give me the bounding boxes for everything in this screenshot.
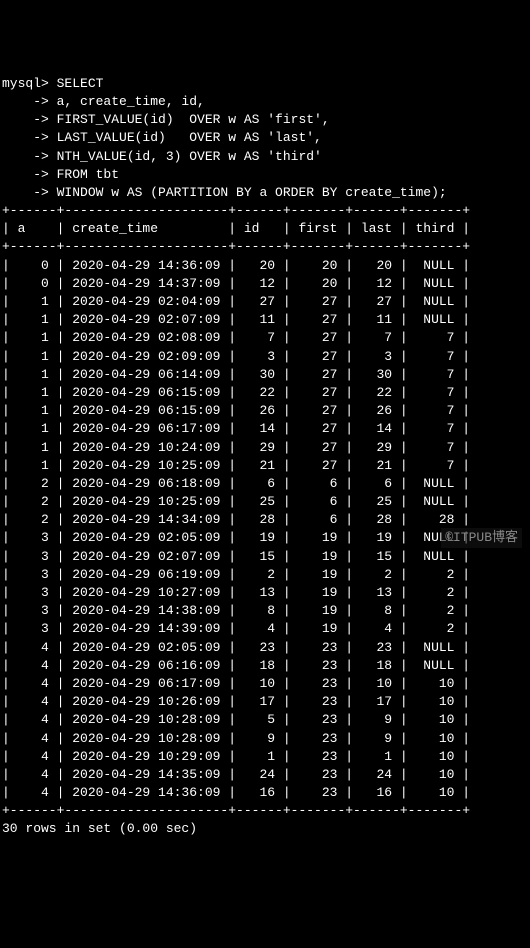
query-line-4: -> NTH_VALUE(id, 3) OVER w AS 'third' bbox=[2, 149, 322, 164]
watermark: ©ITPUB博客 bbox=[441, 528, 522, 548]
table-sep-top: +------+---------------------+------+---… bbox=[2, 203, 470, 218]
table-header: | a | create_time | id | first | last | … bbox=[2, 221, 470, 236]
result-footer: 30 rows in set (0.00 sec) bbox=[2, 821, 197, 836]
query-line-1: -> a, create_time, id, bbox=[2, 94, 205, 109]
query-line-5: -> FROM tbt bbox=[2, 167, 119, 182]
query-line-6: -> WINDOW w AS (PARTITION BY a ORDER BY … bbox=[2, 185, 447, 200]
table-sep-mid: +------+---------------------+------+---… bbox=[2, 239, 470, 254]
query-line-2: -> FIRST_VALUE(id) OVER w AS 'first', bbox=[2, 112, 330, 127]
mysql-terminal[interactable]: mysql> SELECT -> a, create_time, id, -> … bbox=[2, 75, 528, 839]
table-sep-bot: +------+---------------------+------+---… bbox=[2, 803, 470, 818]
mysql-prompt: mysql> bbox=[2, 76, 57, 91]
query-line-0: SELECT bbox=[57, 76, 104, 91]
query-line-3: -> LAST_VALUE(id) OVER w AS 'last', bbox=[2, 130, 322, 145]
table-rows: | 0 | 2020-04-29 14:36:09 | 20 | 20 | 20… bbox=[2, 258, 470, 800]
